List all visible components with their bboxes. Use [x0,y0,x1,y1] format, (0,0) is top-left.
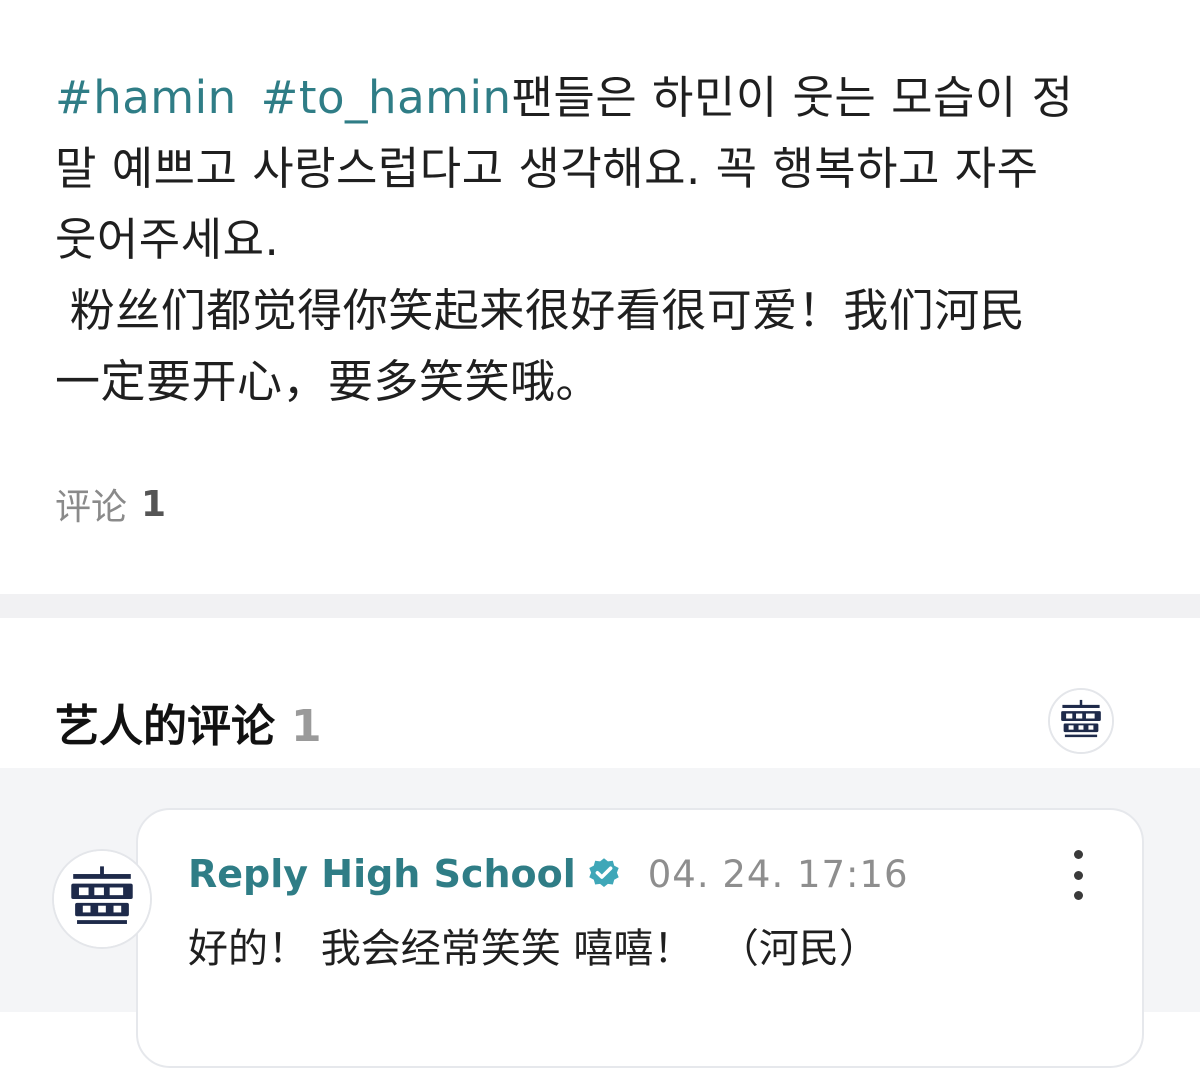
post-text-line-2: 말 예쁘고 사랑스럽다고 생각해요. 꼭 행복하고 자주 [55,142,1039,195]
post-body: #hamin #to_hamin팬들은 하민이 웃는 모습이 정 말 예쁘고 사랑… [55,62,1145,417]
author-name[interactable]: Reply High School [188,852,576,896]
comment-count: 1 [141,483,167,525]
comment-timestamp: 04. 24. 17:16 [647,852,909,896]
post-line-1: #hamin #to_hamin팬들은 하민이 웃는 모습이 정 [55,62,1145,133]
post-text-line-5: 一定要开心，要多笑笑哦。 [55,355,602,408]
logo-graphic [1050,690,1112,752]
reply-high-school-logo-icon[interactable] [1048,688,1114,754]
more-vertical-icon[interactable] [1062,850,1094,900]
comment-text: 好的！ 我会经常笑笑 嘻嘻！ （河民） [188,926,879,972]
comment-count-button[interactable]: 评论 1 [55,478,166,530]
post-text-line-4: 粉丝们都觉得你笑起来很好看很可爱！我们河民 [55,284,1026,337]
artist-comments-count: 1 [291,701,322,752]
author-avatar[interactable] [52,849,152,949]
comment-header: Reply High School 04. 24. 17:16 [188,852,909,896]
hashtag-hamin[interactable]: #hamin [55,71,237,124]
reply-high-school-avatar-icon [54,851,150,947]
hashtag-to-hamin[interactable]: #to_hamin [261,71,512,124]
post-section: #hamin #to_hamin팬들은 하민이 웃는 모습이 정 말 예쁘고 사랑… [0,0,1200,594]
comment-label: 评论 [55,487,128,528]
artist-comments-title: 艺人的评论 1 [55,690,322,754]
verified-badge-icon [589,858,619,888]
post-text-line-3: 웃어주세요. [55,213,280,266]
post-text-line-1: 팬들은 하민이 웃는 모습이 정 [511,71,1074,124]
section-divider [0,594,1200,618]
artist-comments-header: 艺人的评论 1 [0,618,1200,768]
artist-comments-label: 艺人的评论 [55,701,275,752]
